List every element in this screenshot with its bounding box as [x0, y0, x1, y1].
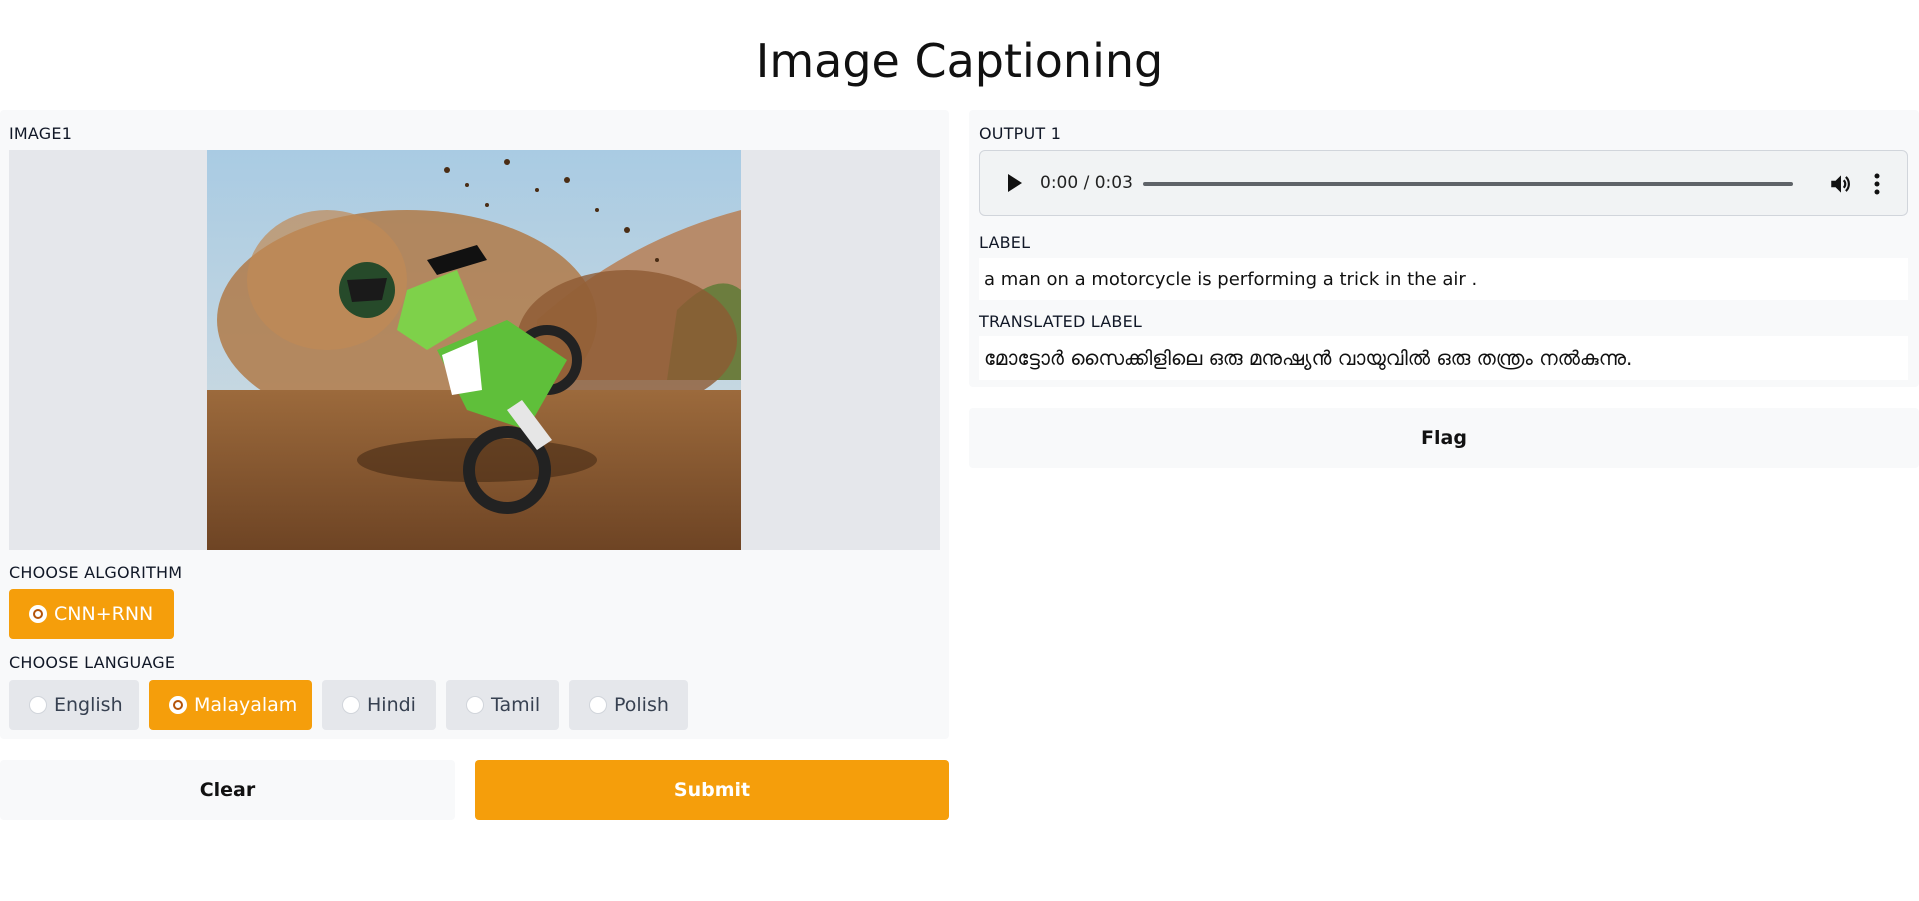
translated-label-heading: TRANSLATED LABEL: [979, 312, 1143, 331]
algorithm-label: CHOOSE ALGORITHM: [9, 563, 183, 582]
image-label: IMAGE1: [9, 124, 73, 143]
language-label: CHOOSE LANGUAGE: [9, 653, 176, 672]
input-panel: IMAGE1 CHOOSE ALGORITHM CNN+RNN CHOOSE L…: [0, 110, 949, 739]
radio-label: Malayalam: [194, 694, 298, 716]
more-options-icon[interactable]: [1873, 172, 1881, 196]
flag-button[interactable]: Flag: [969, 408, 1919, 468]
clear-button[interactable]: Clear: [0, 760, 455, 820]
audio-progress-track[interactable]: [1143, 182, 1793, 186]
audio-time: 0:00 / 0:03: [1040, 173, 1133, 193]
radio-dot: [342, 696, 360, 714]
radio-dot: [29, 605, 47, 623]
label-output: a man on a motorcycle is performing a tr…: [979, 258, 1908, 300]
radio-language-hindi[interactable]: Hindi: [322, 680, 436, 730]
label-heading: LABEL: [979, 233, 1031, 252]
translated-label-output: മോട്ടോർ സൈക്കിളിലെ ഒരു മനുഷ്യൻ വായുവിൽ ഒ…: [979, 336, 1908, 380]
radio-label: Tamil: [491, 694, 541, 716]
radio-label: English: [54, 694, 123, 716]
radio-language-english[interactable]: English: [9, 680, 139, 730]
radio-language-tamil[interactable]: Tamil: [446, 680, 559, 730]
page-title: Image Captioning: [755, 34, 1164, 88]
radio-dot: [169, 696, 187, 714]
radio-label: Hindi: [367, 694, 416, 716]
radio-label: Polish: [614, 694, 669, 716]
radio-language-malayalam[interactable]: Malayalam: [149, 680, 312, 730]
radio-algorithm-cnn-rnn[interactable]: CNN+RNN: [9, 589, 174, 639]
uploaded-image: [207, 150, 741, 550]
radio-dot: [29, 696, 47, 714]
submit-button[interactable]: Submit: [475, 760, 949, 820]
radio-dot: [589, 696, 607, 714]
radio-label: CNN+RNN: [54, 603, 154, 625]
volume-icon[interactable]: [1828, 171, 1854, 197]
audio-player[interactable]: 0:00 / 0:03: [979, 150, 1908, 216]
output-label: OUTPUT 1: [979, 124, 1062, 143]
play-icon[interactable]: [1008, 174, 1022, 192]
radio-language-polish[interactable]: Polish: [569, 680, 688, 730]
radio-dot: [466, 696, 484, 714]
image-upload-area[interactable]: [9, 150, 940, 550]
